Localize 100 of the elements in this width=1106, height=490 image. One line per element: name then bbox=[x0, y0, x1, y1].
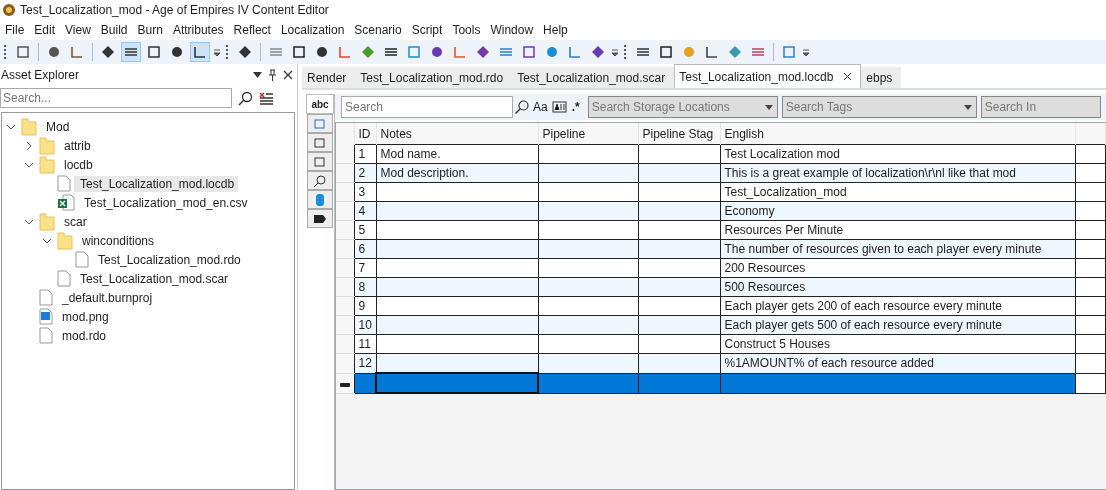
overflow-caret-icon[interactable] bbox=[802, 47, 810, 57]
tree-item[interactable]: attrib bbox=[58, 137, 95, 154]
tree-item[interactable]: Test_Localization_mod.locdb bbox=[74, 175, 239, 192]
menu-item[interactable]: Scenario bbox=[349, 23, 407, 37]
tree-item[interactable]: scar bbox=[58, 213, 91, 230]
tree-item[interactable]: locdb bbox=[58, 156, 97, 173]
tool-icon bbox=[476, 45, 490, 59]
filter-list-icon[interactable] bbox=[259, 91, 273, 105]
tool-icon bbox=[659, 45, 673, 59]
folder-icon bbox=[39, 155, 55, 174]
tool-icon bbox=[313, 212, 327, 225]
tree-item[interactable]: mod.png bbox=[56, 308, 113, 325]
tool-icon bbox=[361, 45, 375, 59]
close-icon[interactable] bbox=[283, 70, 293, 80]
tool-icon bbox=[751, 45, 765, 59]
tab-label: Test_Localization_mod.rdo bbox=[360, 71, 504, 85]
tool-icon bbox=[315, 45, 329, 59]
tool-icon bbox=[591, 45, 605, 59]
menu-item[interactable]: Edit bbox=[29, 23, 61, 37]
document-tab[interactable]: Test_Localization_mod.scar bbox=[512, 67, 675, 88]
side-tool-button[interactable] bbox=[307, 209, 333, 228]
tool-icon bbox=[499, 45, 513, 59]
folder-icon bbox=[39, 212, 55, 231]
side-tab[interactable]: abc bbox=[306, 94, 334, 114]
window-title: Test_Localization_mod - Age of Empires IV Content Editor bbox=[20, 3, 329, 17]
file-icon bbox=[57, 175, 71, 192]
tree-item[interactable]: _default.burnproj bbox=[56, 289, 157, 306]
tool-icon bbox=[522, 45, 536, 59]
tree-item[interactable]: Test_Localization_mod.rdo bbox=[92, 251, 245, 268]
table-cell: 1 bbox=[354, 144, 376, 164]
column-header[interactable]: ID bbox=[354, 123, 376, 145]
tool-icon bbox=[238, 45, 252, 59]
menu-item[interactable]: Window bbox=[485, 23, 539, 37]
document-tab[interactable]: ebps bbox=[861, 67, 902, 88]
tree-item[interactable]: Test_Localization_mod_en.csv bbox=[78, 194, 252, 211]
tree-item[interactable]: winconditions bbox=[76, 232, 159, 249]
tool-icon bbox=[313, 117, 327, 130]
tool-icon bbox=[705, 45, 719, 59]
document-tab[interactable]: Test_Localization_mod.locdb bbox=[674, 64, 862, 88]
tool-icon bbox=[384, 45, 398, 59]
dropdown-caret-icon[interactable] bbox=[253, 72, 262, 78]
tool-icon bbox=[193, 45, 207, 59]
tool-icon bbox=[682, 45, 696, 59]
whole-word-icon[interactable] bbox=[551, 100, 568, 114]
tool-icon bbox=[313, 174, 327, 187]
menu-item[interactable]: File bbox=[0, 23, 30, 37]
overflow-caret-icon[interactable] bbox=[213, 47, 221, 57]
filter-dropdown[interactable]: Search In bbox=[980, 96, 1101, 118]
tree-item[interactable]: mod.rdo bbox=[56, 327, 111, 344]
menu-item[interactable]: Help bbox=[538, 23, 573, 37]
tool-icon bbox=[170, 45, 184, 59]
menu-item[interactable]: View bbox=[60, 23, 96, 37]
column-header[interactable]: Pipeline bbox=[538, 123, 638, 145]
tool-icon bbox=[568, 45, 582, 59]
overflow-caret-icon[interactable] bbox=[611, 47, 619, 57]
table-cell: 12 bbox=[354, 353, 376, 373]
menu-item[interactable]: Reflect bbox=[228, 23, 276, 37]
tool-icon bbox=[269, 45, 283, 59]
pin-icon[interactable] bbox=[268, 69, 277, 81]
toolbar-button[interactable] bbox=[121, 42, 141, 62]
table-cell: Test Localization mod bbox=[720, 144, 1075, 164]
column-header[interactable]: Pipeline Stag bbox=[638, 123, 720, 145]
column-header[interactable]: Notes bbox=[376, 123, 538, 145]
menu-item[interactable]: Script bbox=[406, 23, 448, 37]
search-icon[interactable] bbox=[238, 90, 253, 106]
file-icon bbox=[57, 270, 71, 287]
document-tab[interactable]: Render bbox=[302, 67, 356, 88]
menu-item[interactable]: Localization bbox=[275, 23, 350, 37]
spreadsheet-icon bbox=[57, 194, 75, 211]
tab-label: ebps bbox=[866, 71, 893, 85]
file-icon bbox=[39, 289, 53, 306]
tool-icon bbox=[313, 136, 327, 149]
tree-item[interactable]: Mod bbox=[40, 118, 74, 135]
document-tab[interactable]: Test_Localization_mod.rdo bbox=[355, 67, 513, 88]
toolbar-button[interactable] bbox=[190, 42, 210, 62]
file-icon bbox=[75, 251, 89, 268]
tool-icon bbox=[124, 45, 138, 59]
search-field[interactable]: Search... bbox=[0, 88, 232, 108]
column-header[interactable]: English bbox=[720, 123, 1075, 145]
regex-toggle[interactable]: .* bbox=[571, 100, 580, 114]
tool-icon bbox=[728, 45, 742, 59]
search-field[interactable]: Search bbox=[341, 96, 513, 118]
tool-icon bbox=[313, 193, 327, 206]
tool-icon bbox=[407, 45, 421, 59]
menu-item[interactable]: Tools bbox=[447, 23, 486, 37]
folder-icon bbox=[39, 136, 55, 155]
app-logo-icon bbox=[2, 3, 16, 17]
menu-item[interactable]: Attributes bbox=[167, 23, 229, 37]
tree-item[interactable]: Test_Localization_mod.scar bbox=[74, 270, 233, 287]
side-tool-button[interactable] bbox=[307, 171, 333, 190]
tool-icon bbox=[70, 45, 84, 59]
collapsed-chevron-icon[interactable] bbox=[24, 140, 34, 151]
menu-item[interactable]: Burn bbox=[132, 23, 168, 37]
tool-icon bbox=[338, 45, 352, 59]
match-case-toggle[interactable]: Aa bbox=[533, 100, 548, 114]
close-icon[interactable] bbox=[843, 72, 853, 81]
menu-item[interactable]: Build bbox=[95, 23, 133, 37]
tool-icon bbox=[313, 155, 327, 168]
tool-icon bbox=[101, 45, 115, 59]
image-file-icon bbox=[39, 308, 53, 325]
